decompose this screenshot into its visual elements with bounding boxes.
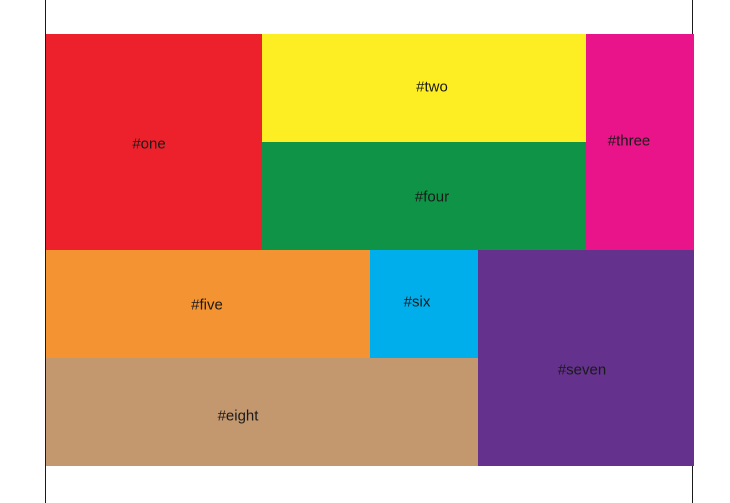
cell-eight-label: #eight — [217, 407, 259, 425]
cell-seven: #seven — [478, 250, 694, 466]
cell-six-label: #six — [403, 293, 431, 311]
layout-diagram: #one #two #three #four #five #six #seven… — [0, 0, 730, 503]
cell-one-label: #one — [132, 135, 166, 153]
cell-five-label: #five — [191, 296, 223, 314]
cell-six: #six — [370, 250, 478, 358]
cell-one: #one — [46, 34, 262, 250]
cell-three: #three — [586, 34, 694, 250]
cell-four: #four — [262, 142, 586, 250]
cell-three-label: #three — [607, 132, 651, 150]
cell-seven-label: #seven — [557, 361, 607, 379]
cell-five: #five — [46, 250, 370, 358]
cell-four-label: #four — [414, 188, 450, 206]
cell-two-label: #two — [416, 78, 448, 96]
cell-two: #two — [262, 34, 586, 142]
cell-eight: #eight — [46, 358, 478, 466]
